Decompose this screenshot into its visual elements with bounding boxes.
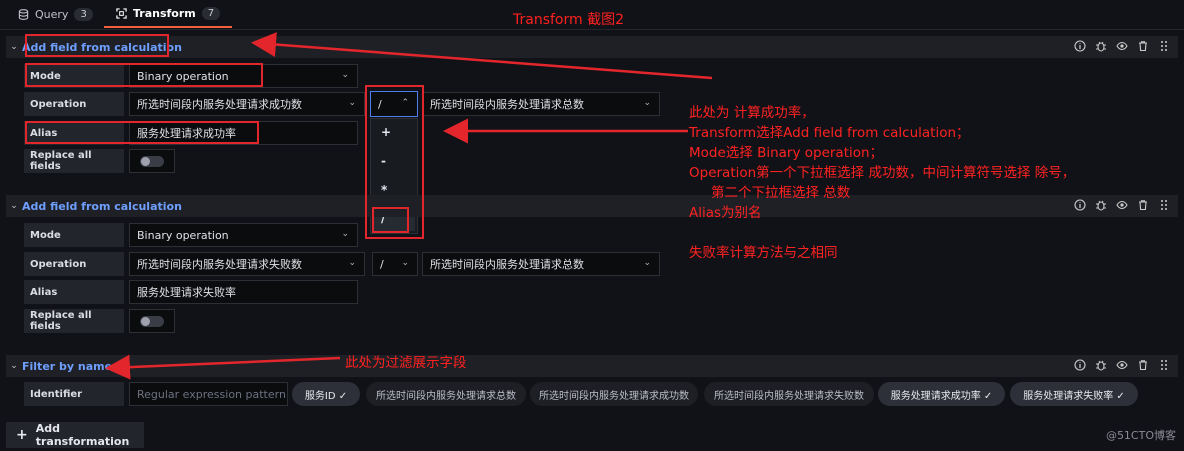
note-line-3: Mode选择 Binary operation； — [689, 145, 884, 161]
arrow-to-title — [251, 32, 713, 80]
note-line-2: Transform选择Add field from calculation； — [689, 125, 970, 141]
note-line-5: 第二个下拉框选择 总数 — [711, 185, 851, 201]
note-line-8: 失败率计算方法与之相同 — [689, 245, 838, 261]
note-line-7 — [689, 223, 1075, 243]
arrow-to-filter — [105, 354, 341, 380]
watermark: @51CTO博客 — [1105, 429, 1176, 442]
annotation-notes: 此处为 计算成功率， Transform选择Add field from cal… — [689, 103, 1075, 263]
note-line-6: Alias为别名 — [689, 205, 762, 221]
note-line-4: Operation第一个下拉框选择 成功数，中间计算符号选择 除号， — [689, 165, 1076, 181]
note-line-1: 此处为 计算成功率， — [689, 105, 815, 121]
filter-note: 此处为过滤展示字段 — [345, 355, 467, 371]
